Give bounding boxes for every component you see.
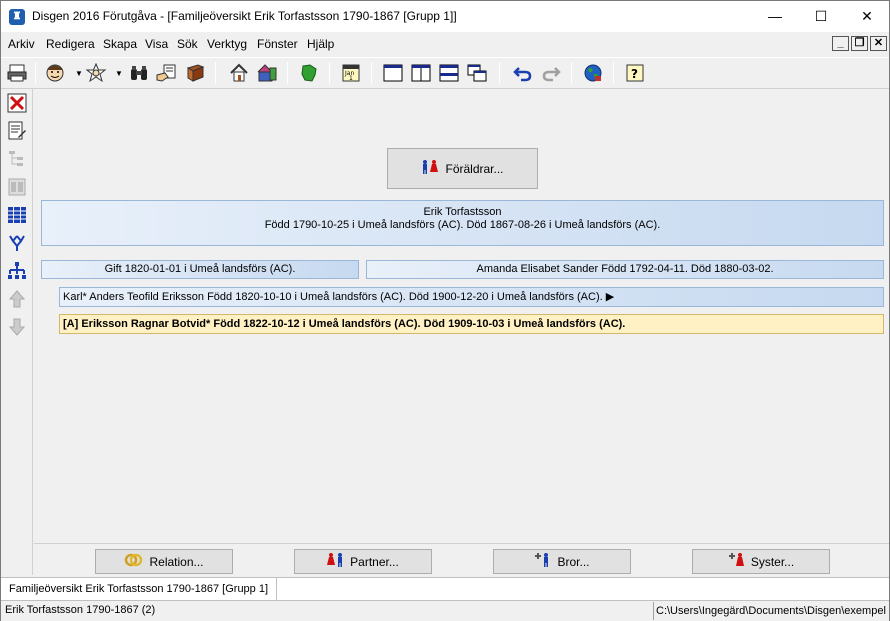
single-window-icon[interactable] — [381, 61, 405, 85]
star-person-icon[interactable] — [85, 61, 109, 85]
family-list-icon[interactable] — [6, 204, 28, 226]
move-down-disabled-icon[interactable] — [6, 316, 28, 338]
sister-label: Syster... — [750, 554, 795, 569]
main-person-box[interactable]: Erik Torfastsson Född 1790-10-25 i Umeå … — [41, 200, 884, 246]
home-icon[interactable] — [227, 61, 251, 85]
parents-button[interactable]: Föräldrar... — [387, 148, 538, 189]
svg-text:1: 1 — [349, 75, 353, 82]
menu-visa[interactable]: Visa — [145, 37, 168, 51]
menu-sok[interactable]: Sök — [177, 37, 198, 51]
menu-hjalp[interactable]: Hjälp — [307, 37, 334, 51]
marriage-box[interactable]: Gift 1820-01-01 i Umeå landsförs (AC). — [41, 260, 359, 279]
split-vertical-icon[interactable] — [409, 61, 433, 85]
help-icon[interactable]: ? — [623, 61, 647, 85]
person-face-icon[interactable] — [45, 61, 69, 85]
window-title: Disgen 2016 Förutgåva - [Familjeöversikt… — [32, 9, 457, 23]
globe-icon[interactable] — [581, 61, 605, 85]
person-name: Erik Torfastsson — [423, 206, 502, 218]
redo-icon[interactable] — [539, 61, 563, 85]
window-tab-bar: Familjeöversikt Erik Torfastsson 1790-18… — [1, 577, 889, 600]
print-icon[interactable] — [5, 61, 29, 85]
tab-family-overview[interactable]: Familjeöversikt Erik Torfastsson 1790-18… — [1, 578, 278, 600]
menu-redigera[interactable]: Redigera — [46, 37, 95, 51]
report-disabled-icon[interactable] — [6, 176, 28, 198]
menu-skapa[interactable]: Skapa — [103, 37, 137, 51]
menu-verktyg[interactable]: Verktyg — [207, 37, 247, 51]
app-window: ♜ Disgen 2016 Förutgåva - [Familjeöversi… — [0, 0, 890, 621]
svg-text:?: ? — [631, 67, 638, 81]
descendant-tree-icon[interactable] — [6, 260, 28, 282]
cascade-windows-icon[interactable] — [465, 61, 489, 85]
split-horizontal-icon[interactable] — [437, 61, 461, 85]
partner-button[interactable]: Partner... — [294, 549, 432, 574]
move-up-disabled-icon[interactable] — [6, 288, 28, 310]
status-person: Erik Torfastsson 1790-1867 (2) — [5, 604, 156, 616]
left-toolbar — [1, 89, 33, 575]
spouse-box[interactable]: Amanda Elisabet Sander Född 1792-04-11. … — [366, 260, 884, 279]
house-color-icon[interactable] — [255, 61, 279, 85]
add-female-icon — [728, 552, 746, 571]
minimize-button[interactable]: — — [752, 1, 798, 32]
close-button[interactable]: ✕ — [844, 1, 890, 32]
menu-fonster[interactable]: Fönster — [257, 37, 298, 51]
status-bar: Erik Torfastsson 1790-1867 (2) C:\Users\… — [1, 600, 889, 621]
menu-bar: Arkiv Redigera Skapa Visa Sök Verktyg Fö… — [1, 32, 889, 56]
binoculars-icon[interactable] — [127, 61, 151, 85]
partner-label: Partner... — [350, 554, 399, 569]
family-overview: Föräldrar... Erik Torfastsson Född 1790-… — [34, 89, 889, 577]
maximize-button[interactable]: ☐ — [798, 1, 844, 32]
menu-arkiv[interactable]: Arkiv — [8, 37, 35, 51]
map-icon[interactable] — [297, 61, 321, 85]
ancestor-tree-icon[interactable] — [6, 232, 28, 254]
title-bar: ♜ Disgen 2016 Förutgåva - [Familjeöversi… — [1, 1, 889, 32]
app-icon: ♜ — [9, 9, 25, 25]
status-path: C:\Users\Ingegärd\Documents\Disgen\exemp… — [653, 602, 887, 620]
relation-button[interactable]: Relation... — [95, 549, 233, 574]
mdi-minimize-button[interactable]: _ — [832, 36, 849, 51]
mdi-restore-button[interactable]: ❐ — [851, 36, 868, 51]
toolbar: ▼ ▼ Jan 1 ? — [1, 57, 889, 89]
rings-icon — [124, 552, 144, 571]
book-icon[interactable] — [183, 61, 207, 85]
add-brother-button[interactable]: Bror... — [493, 549, 631, 574]
mdi-close-button[interactable]: ✕ — [870, 36, 887, 51]
hand-note-icon[interactable] — [155, 61, 179, 85]
person-details: Född 1790-10-25 i Umeå landsförs (AC). D… — [264, 219, 661, 231]
parents-label: Föräldrar... — [445, 161, 504, 176]
edit-document-icon[interactable] — [6, 120, 28, 142]
tree-disabled-icon[interactable] — [6, 148, 28, 170]
parents-couple-icon — [421, 159, 439, 178]
add-male-icon — [534, 552, 552, 571]
child-row[interactable]: Karl* Anders Teofild Eriksson Född 1820-… — [59, 287, 884, 307]
add-sister-button[interactable]: Syster... — [692, 549, 830, 574]
delete-icon[interactable] — [6, 92, 28, 114]
partner-couple-icon — [327, 552, 345, 571]
undo-icon[interactable] — [511, 61, 535, 85]
relation-label: Relation... — [149, 554, 204, 569]
brother-label: Bror... — [557, 554, 590, 569]
calendar-icon[interactable]: Jan 1 — [339, 61, 363, 85]
bottom-button-bar: Relation... Partner... Bror... Syster... — [34, 543, 889, 577]
child-row-selected[interactable]: [A] Eriksson Ragnar Botvid* Född 1822-10… — [59, 314, 884, 334]
